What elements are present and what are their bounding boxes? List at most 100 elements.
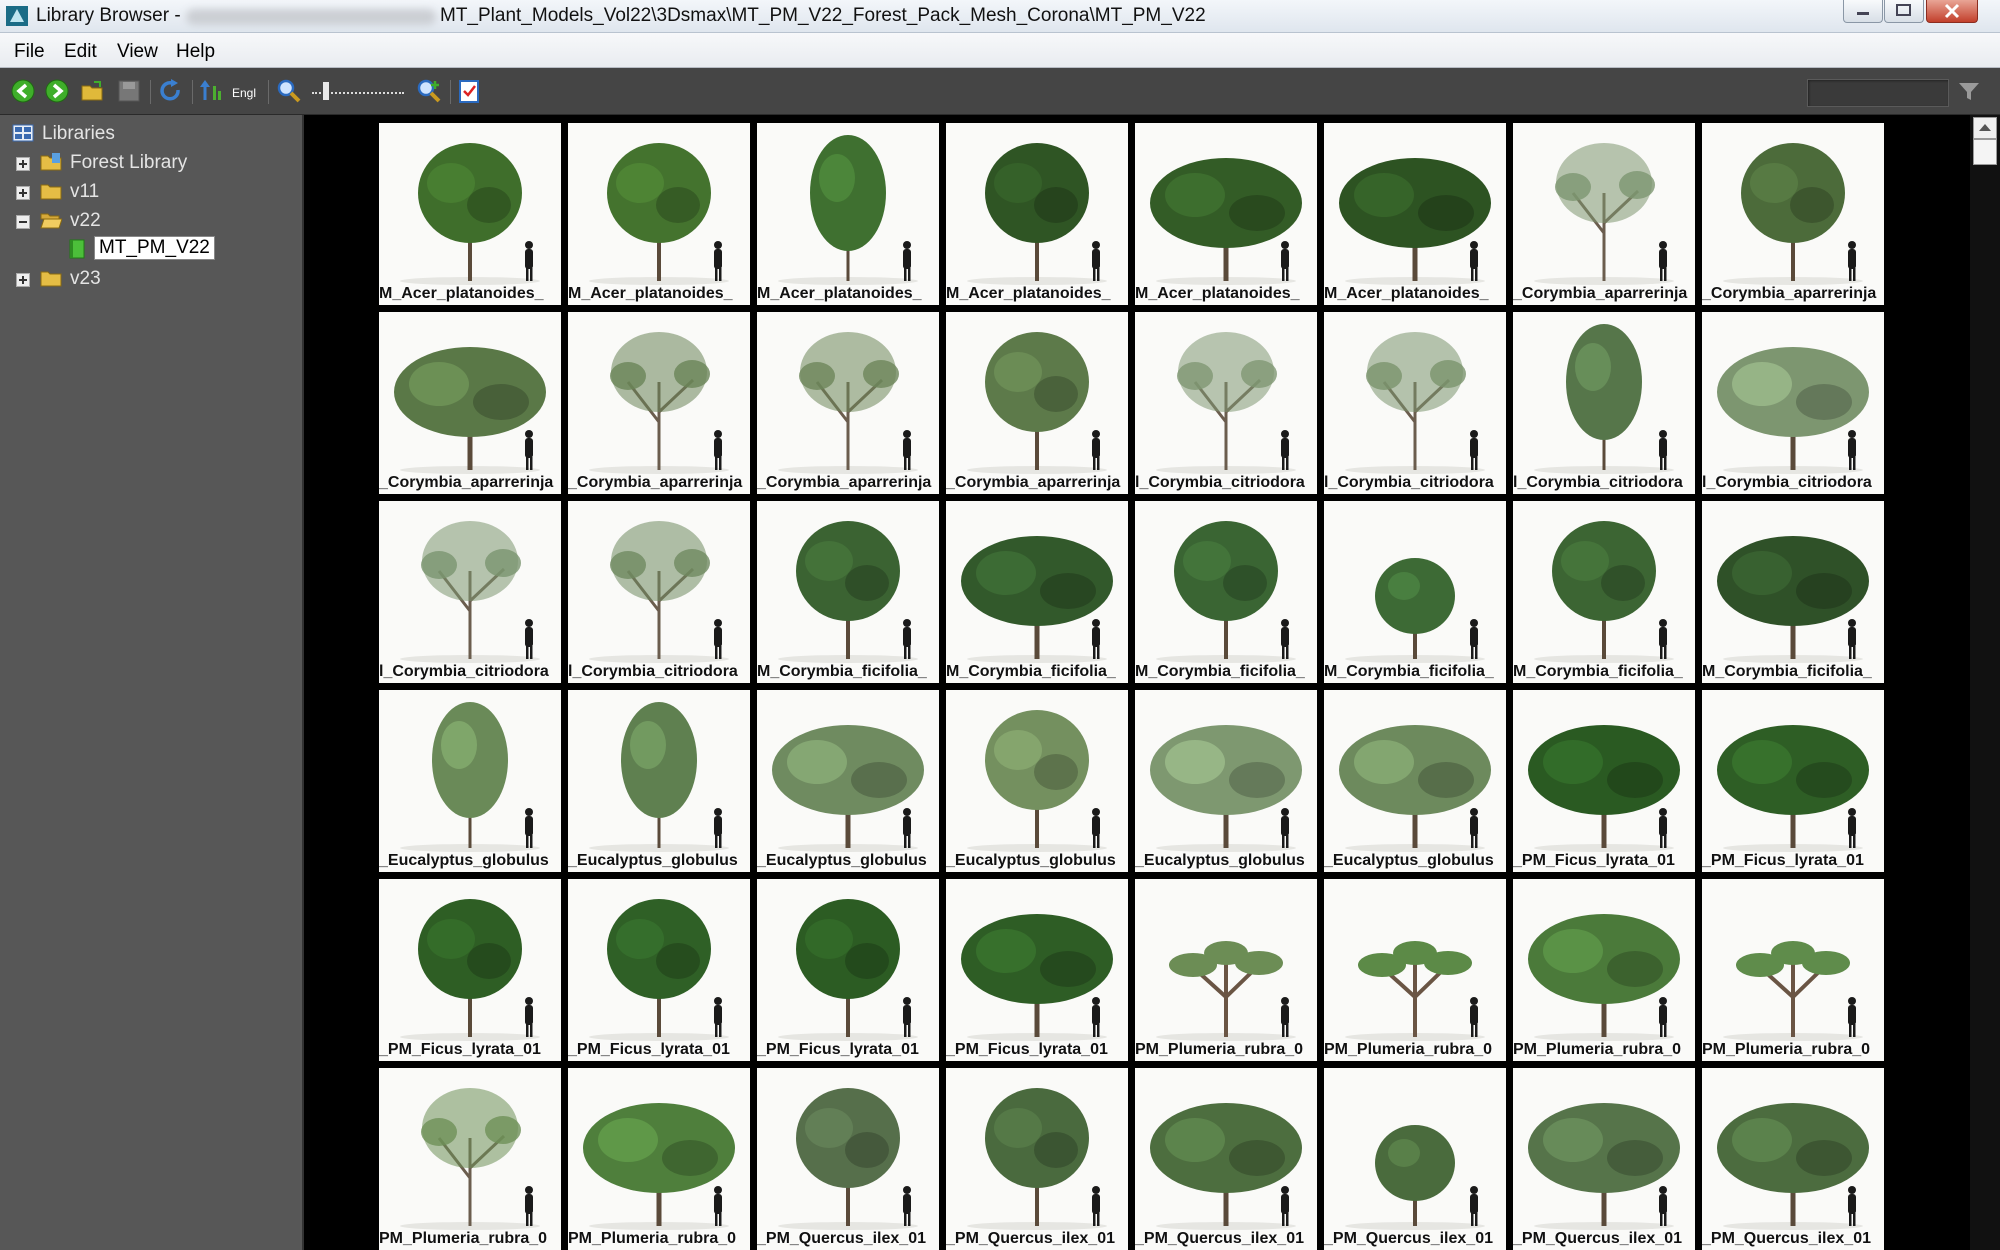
asset-thumbnail[interactable]: M_Acer_platanoides_ [946, 123, 1128, 305]
library-folder-icon [40, 153, 62, 171]
menu-edit[interactable]: Edit [64, 41, 97, 63]
thumbnail-grid: M_Acer_platanoides_ M_Acer_platanoides_ M_… [304, 115, 1970, 1250]
app-logo-icon [6, 6, 28, 26]
filter-icon[interactable] [1956, 78, 1982, 104]
asset-thumbnail-label: l_Corymbia_citriodora [379, 663, 549, 680]
forward-icon[interactable] [44, 78, 70, 104]
asset-thumbnail[interactable]: _PM_Quercus_ilex_01 [1513, 1068, 1695, 1250]
asset-thumbnail[interactable]: _PM_Quercus_ilex_01 [1324, 1068, 1506, 1250]
tree-preview-image [394, 347, 546, 474]
asset-thumbnail[interactable]: M_Acer_platanoides_ [379, 123, 561, 305]
asset-thumbnail[interactable]: _Eucalyptus_globulus [946, 690, 1128, 872]
asset-thumbnail[interactable]: _Eucalyptus_globulus [757, 690, 939, 872]
asset-thumbnail[interactable]: _Eucalyptus_globulus [1135, 690, 1317, 872]
asset-thumbnail[interactable]: M_Acer_platanoides_ [1324, 123, 1506, 305]
asset-thumbnail-label: _Eucalyptus_globulus [1324, 852, 1494, 869]
restore-icon [1896, 4, 1911, 16]
tree-preview-image [1345, 941, 1485, 1041]
asset-thumbnail[interactable]: _Corymbia_aparrerinja [946, 312, 1128, 494]
asset-thumbnail[interactable]: _PM_Ficus_lyrata_01 [568, 879, 750, 1061]
asset-thumbnail[interactable]: _Eucalyptus_globulus [379, 690, 561, 872]
asset-thumbnail[interactable]: _PM_Ficus_lyrata_01 [1513, 690, 1695, 872]
tree-preview-image [961, 914, 1113, 1041]
asset-thumbnail[interactable]: _Corymbia_aparrerinja [1702, 123, 1884, 305]
asset-thumbnail[interactable]: PM_Plumeria_rubra_0 [1324, 879, 1506, 1061]
minimize-icon [1857, 12, 1869, 15]
asset-thumbnail-label: _Corymbia_aparrerinja [568, 474, 743, 491]
asset-thumbnail[interactable]: _PM_Ficus_lyrata_01 [1702, 690, 1884, 872]
asset-thumbnail[interactable]: _Eucalyptus_globulus [568, 690, 750, 872]
asset-thumbnail-label: _Corymbia_aparrerinja [946, 474, 1121, 491]
asset-thumbnail[interactable]: l_Corymbia_citriodora [1324, 312, 1506, 494]
asset-thumbnail[interactable]: M_Corymbia_ficifolia_ [946, 501, 1128, 683]
close-button[interactable] [1926, 0, 1978, 23]
menu-view[interactable]: View [117, 41, 158, 63]
maximize-button[interactable] [1884, 0, 1924, 23]
asset-thumbnail[interactable]: M_Acer_platanoides_ [1135, 123, 1317, 305]
asset-thumbnail[interactable]: PM_Plumeria_rubra_0 [379, 1068, 561, 1250]
tree-preview-image [1150, 158, 1302, 285]
asset-thumbnail[interactable]: _Corymbia_aparrerinja [1513, 123, 1695, 305]
asset-thumbnail[interactable]: M_Corymbia_ficifolia_ [1513, 501, 1695, 683]
tree-preview-image [1723, 941, 1863, 1041]
expand-toggle[interactable] [16, 186, 30, 200]
sort-icon[interactable] [198, 78, 224, 104]
asset-thumbnail[interactable]: M_Corymbia_ficifolia_ [1702, 501, 1884, 683]
tree-preview-image [589, 899, 729, 1041]
asset-thumbnail[interactable]: PM_Plumeria_rubra_0 [1135, 879, 1317, 1061]
asset-thumbnail[interactable]: _PM_Ficus_lyrata_01 [379, 879, 561, 1061]
asset-thumbnail[interactable]: _PM_Quercus_ilex_01 [757, 1068, 939, 1250]
asset-thumbnail[interactable]: M_Corymbia_ficifolia_ [1135, 501, 1317, 683]
asset-thumbnail-label: M_Corymbia_ficifolia_ [946, 663, 1116, 680]
asset-thumbnail[interactable]: PM_Plumeria_rubra_0 [1513, 879, 1695, 1061]
zoom-in-icon[interactable] [416, 78, 442, 104]
asset-thumbnail[interactable]: _Eucalyptus_globulus [1324, 690, 1506, 872]
back-icon[interactable] [10, 78, 36, 104]
asset-thumbnail[interactable]: PM_Plumeria_rubra_0 [1702, 879, 1884, 1061]
scroll-up-button[interactable] [1973, 117, 1997, 139]
tree-preview-image [778, 1088, 918, 1230]
expand-toggle[interactable] [16, 273, 30, 287]
menu-file[interactable]: File [14, 41, 45, 63]
asset-thumbnail[interactable]: l_Corymbia_citriodora [1702, 312, 1884, 494]
scrollbar-thumb[interactable] [1973, 139, 1997, 165]
expand-toggle[interactable] [16, 157, 30, 171]
asset-thumbnail[interactable]: l_Corymbia_citriodora [379, 501, 561, 683]
asset-thumbnail[interactable]: PM_Plumeria_rubra_0 [568, 1068, 750, 1250]
asset-thumbnail-label: PM_Plumeria_rubra_0 [1135, 1041, 1304, 1058]
asset-thumbnail-label: M_Acer_platanoides_ [1135, 285, 1300, 302]
tree-preview-image [1717, 1103, 1869, 1230]
open-folder-icon[interactable] [80, 78, 106, 104]
asset-thumbnail[interactable]: _PM_Quercus_ilex_01 [1135, 1068, 1317, 1250]
asset-thumbnail[interactable]: _Corymbia_aparrerinja [379, 312, 561, 494]
asset-thumbnail[interactable]: l_Corymbia_citriodora [1513, 312, 1695, 494]
tree-preview-image [400, 899, 540, 1041]
asset-thumbnail[interactable]: _Corymbia_aparrerinja [757, 312, 939, 494]
tree-preview-image [1345, 332, 1485, 474]
language-icon[interactable]: Engl [232, 86, 256, 100]
checklist-icon[interactable] [456, 78, 482, 104]
collapse-toggle[interactable] [16, 215, 30, 229]
save-icon[interactable] [116, 78, 142, 104]
asset-thumbnail[interactable]: _PM_Quercus_ilex_01 [946, 1068, 1128, 1250]
minimize-button[interactable] [1843, 0, 1883, 23]
tree-preview-image [589, 143, 729, 285]
asset-thumbnail[interactable]: M_Corymbia_ficifolia_ [1324, 501, 1506, 683]
search-input[interactable] [1807, 79, 1949, 107]
asset-thumbnail[interactable]: M_Acer_platanoides_ [757, 123, 939, 305]
zoom-out-icon[interactable] [276, 78, 302, 104]
zoom-slider-handle[interactable] [323, 82, 329, 100]
asset-thumbnail-label: _PM_Ficus_lyrata_01 [568, 1041, 730, 1058]
vertical-scrollbar[interactable] [1970, 115, 2000, 1250]
asset-thumbnail[interactable]: l_Corymbia_citriodora [1135, 312, 1317, 494]
asset-thumbnail[interactable]: _Corymbia_aparrerinja [568, 312, 750, 494]
asset-thumbnail[interactable]: M_Acer_platanoides_ [568, 123, 750, 305]
asset-thumbnail[interactable]: _PM_Quercus_ilex_01 [1702, 1068, 1884, 1250]
asset-thumbnail[interactable]: _PM_Ficus_lyrata_01 [757, 879, 939, 1061]
asset-thumbnail[interactable]: _PM_Ficus_lyrata_01 [946, 879, 1128, 1061]
asset-thumbnail[interactable]: M_Corymbia_ficifolia_ [757, 501, 939, 683]
asset-thumbnail[interactable]: l_Corymbia_citriodora [568, 501, 750, 683]
menu-help[interactable]: Help [176, 41, 215, 63]
refresh-icon[interactable] [158, 78, 184, 104]
tree-item-label-selected: MT_PM_V22 [94, 236, 215, 260]
